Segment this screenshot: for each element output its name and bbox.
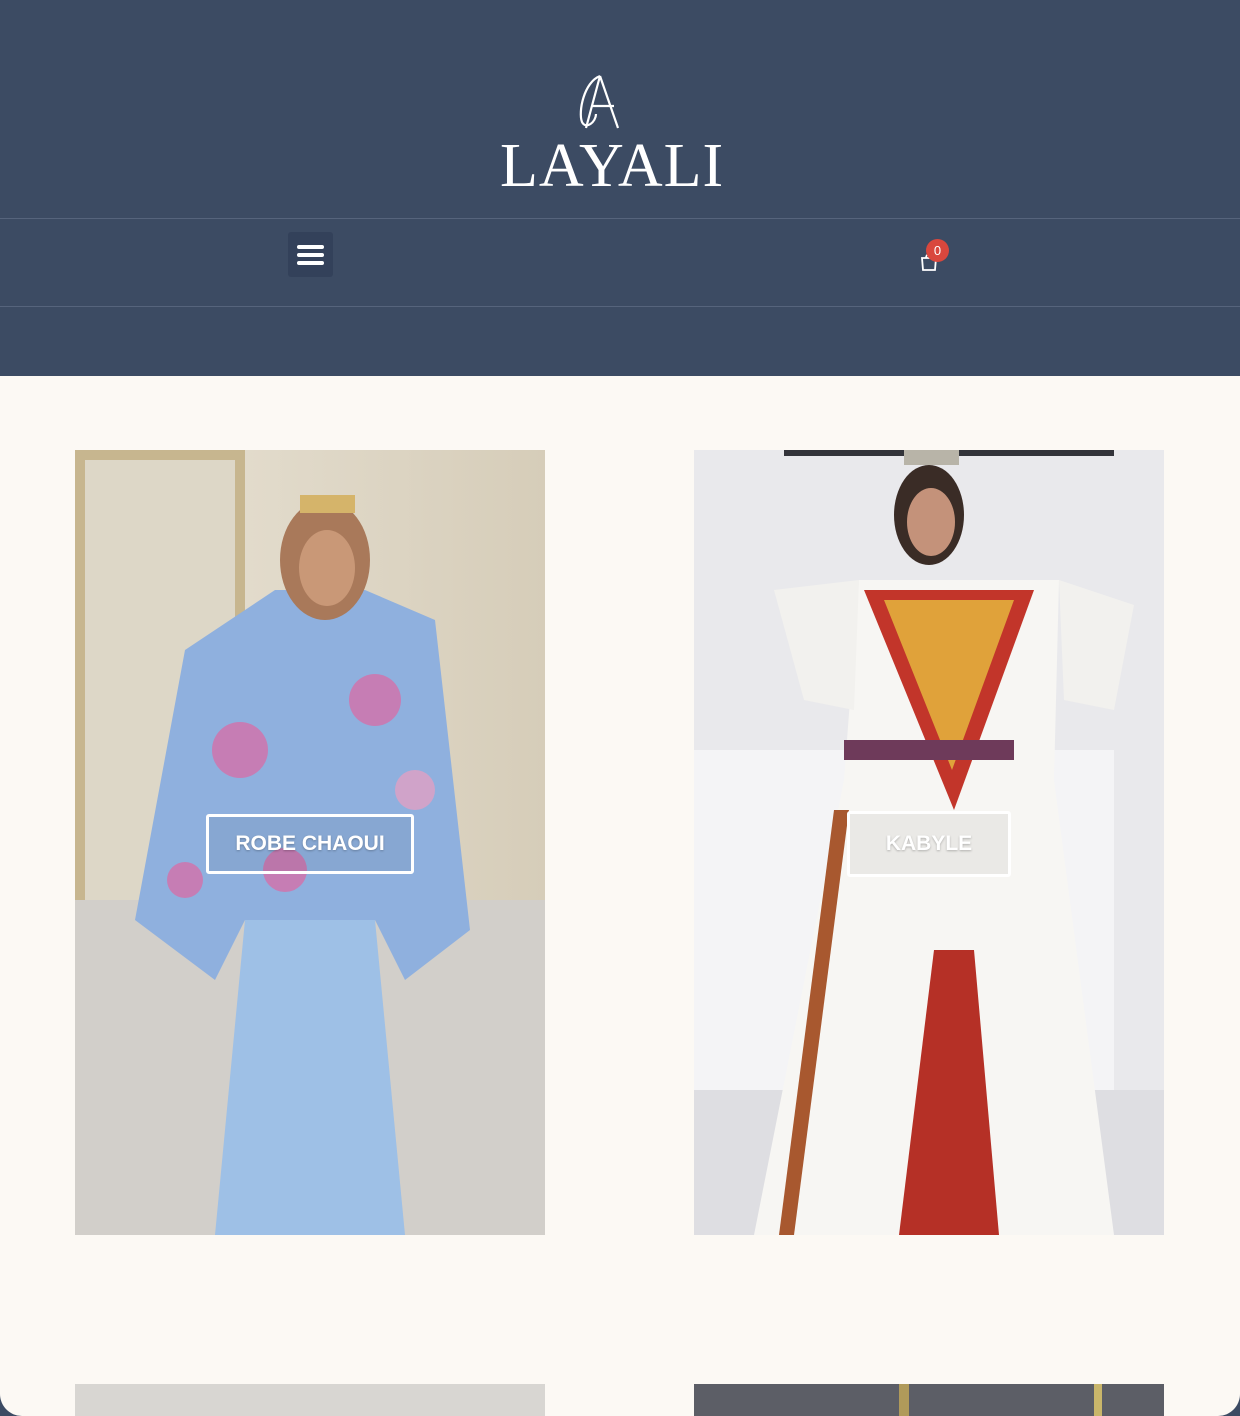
brand-name: LAYALI bbox=[500, 132, 725, 200]
hamburger-line bbox=[297, 253, 324, 257]
header-divider bbox=[0, 306, 1240, 307]
cart-count-badge[interactable]: 0 bbox=[926, 239, 949, 262]
category-card[interactable] bbox=[75, 1384, 545, 1416]
hamburger-line bbox=[297, 261, 324, 265]
product-photo bbox=[694, 1384, 1164, 1416]
category-card[interactable] bbox=[694, 1384, 1164, 1416]
menu-toggle-button[interactable] bbox=[288, 232, 333, 277]
category-button-kabyle[interactable]: KABYLE bbox=[847, 811, 1011, 877]
hamburger-menu-icon bbox=[297, 245, 324, 249]
category-card-robe-chaoui[interactable]: ROBE CHAOUI bbox=[75, 450, 545, 1235]
logo-mark-icon bbox=[579, 74, 620, 129]
header-divider bbox=[0, 218, 1240, 219]
category-card-kabyle[interactable]: KABYLE bbox=[694, 450, 1164, 1235]
site-header: LAYALI 0 bbox=[0, 0, 1240, 376]
page: LAYALI 0 ROBE CHAOUI KABYLE bbox=[0, 0, 1240, 1416]
category-button-robe-chaoui[interactable]: ROBE CHAOUI bbox=[206, 814, 414, 874]
brand-logo[interactable]: LAYALI bbox=[500, 72, 725, 212]
